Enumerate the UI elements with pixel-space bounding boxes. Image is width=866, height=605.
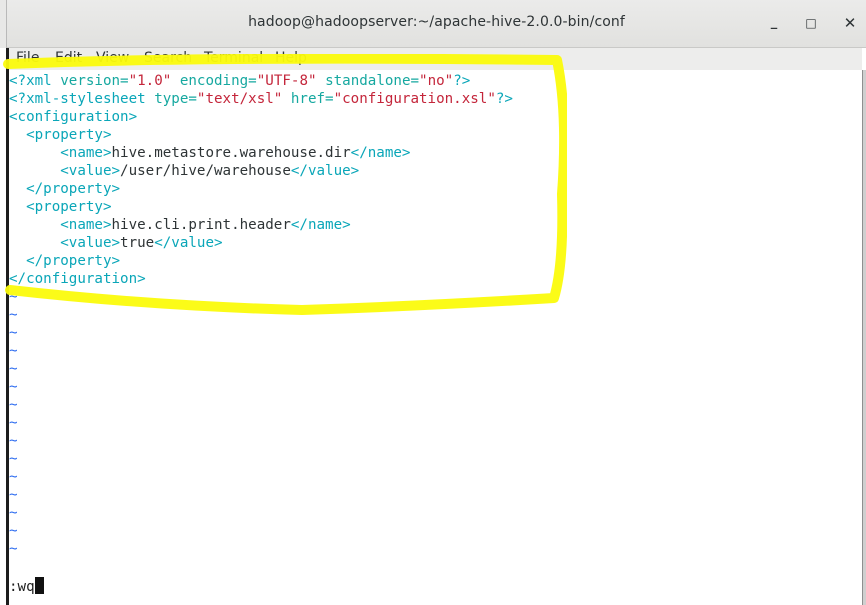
- tilde-marker: ~: [9, 325, 18, 341]
- tilde-marker: ~: [9, 307, 18, 323]
- tilde-marker: ~: [9, 289, 18, 305]
- minimize-icon[interactable]: _: [763, 12, 785, 34]
- property-value-line: <value>/user/hive/warehouse</value>: [60, 163, 360, 179]
- background-window-edge: [0, 0, 7, 48]
- window-title: hadoop@hadoopserver:~/apache-hive-2.0.0-…: [248, 14, 625, 30]
- tilde-marker: ~: [9, 541, 18, 557]
- tilde-marker: ~: [9, 361, 18, 377]
- tilde-marker: ~: [9, 433, 18, 449]
- property-close-line: </property>: [9, 253, 121, 269]
- menu-terminal[interactable]: Terminal: [204, 50, 263, 66]
- command-text: :wq: [9, 579, 35, 595]
- property-name-line: <name>hive.metastore.warehouse.dir</name…: [60, 145, 411, 161]
- property-name-line: <name>hive.cli.print.header</name>: [60, 217, 351, 233]
- menu-file[interactable]: File: [16, 50, 39, 66]
- tilde-marker: ~: [9, 487, 18, 503]
- menu-bar: File Edit View Search Terminal Help: [9, 48, 862, 70]
- title-bar[interactable]: hadoop@hadoopserver:~/apache-hive-2.0.0-…: [7, 0, 866, 48]
- menu-help[interactable]: Help: [275, 50, 307, 66]
- terminal-window: hadoop@hadoopserver:~/apache-hive-2.0.0-…: [0, 0, 866, 605]
- property-close-line: </property>: [9, 181, 121, 197]
- tilde-marker: ~: [9, 343, 18, 359]
- tilde-marker: ~: [9, 379, 18, 395]
- scrollbar[interactable]: [862, 70, 866, 605]
- menu-view[interactable]: View: [96, 50, 129, 66]
- tilde-marker: ~: [9, 415, 18, 431]
- vim-command-line[interactable]: :wq: [9, 577, 44, 595]
- xml-declaration-line: <?xml version="1.0" encoding="UTF-8" sta…: [9, 73, 471, 89]
- vim-editor[interactable]: <?xml version="1.0" encoding="UTF-8" sta…: [9, 72, 861, 599]
- menu-search[interactable]: Search: [144, 50, 192, 66]
- close-icon[interactable]: ✕: [839, 12, 861, 34]
- menu-edit[interactable]: Edit: [55, 50, 82, 66]
- configuration-open-line: <configuration>: [9, 109, 138, 125]
- property-open-line: <property>: [9, 127, 112, 143]
- property-value-line: <value>true</value>: [60, 235, 223, 251]
- tilde-marker: ~: [9, 451, 18, 467]
- configuration-close-line: </configuration>: [9, 271, 146, 287]
- property-open-line: <property>: [9, 199, 112, 215]
- tilde-marker: ~: [9, 469, 18, 485]
- tilde-marker: ~: [9, 523, 18, 539]
- tilde-marker: ~: [9, 505, 18, 521]
- tilde-marker: ~: [9, 397, 18, 413]
- maximize-icon[interactable]: □: [800, 12, 822, 34]
- text-cursor: [34, 577, 44, 594]
- stylesheet-line: <?xml-stylesheet type="text/xsl" href="c…: [9, 91, 513, 107]
